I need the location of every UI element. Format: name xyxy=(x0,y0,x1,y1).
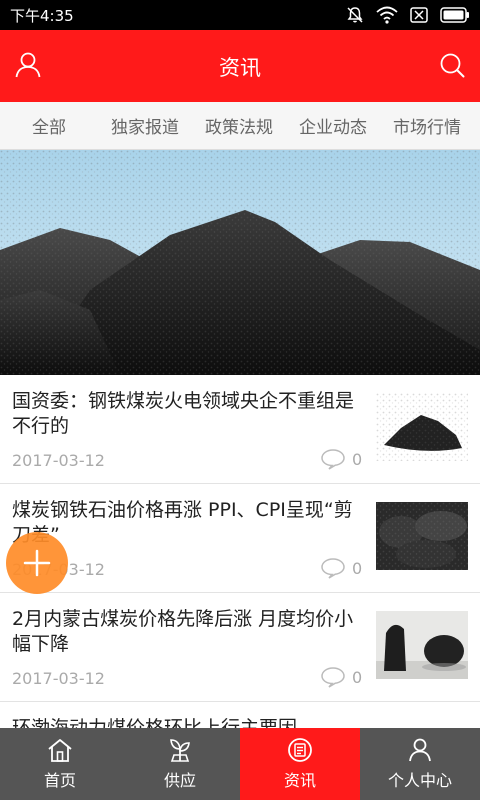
nav-supply[interactable]: 供应 xyxy=(120,728,240,800)
news-list: 国资委：钢铁煤炭火电领域央企不重组是不行的 2017-03-12 0 煤炭钢铁石… xyxy=(0,375,480,728)
comment-count-value: 0 xyxy=(352,558,363,578)
news-title: 环渤海动力煤价格环比上行主要因 xyxy=(12,717,298,728)
coal-pile-image xyxy=(0,150,480,375)
tab-policy[interactable]: 政策法规 xyxy=(192,113,286,138)
status-bar: 下午4:35 xyxy=(0,0,480,30)
app-header: 资讯 xyxy=(0,30,480,102)
news-title: 煤炭钢铁石油价格再涨 PPI、CPI呈现“剪刀差” xyxy=(12,499,353,546)
tab-exclusive[interactable]: 独家报道 xyxy=(98,113,192,138)
nav-news[interactable]: 资讯 xyxy=(240,728,360,800)
news-item[interactable]: 国资委：钢铁煤炭火电领域央企不重组是不行的 2017-03-12 0 xyxy=(0,375,480,484)
news-date: 2017-03-12 xyxy=(12,669,105,688)
hero-banner[interactable] xyxy=(0,150,480,375)
nav-supply-label: 供应 xyxy=(163,771,196,790)
nav-profile[interactable]: 个人中心 xyxy=(360,728,480,800)
tab-all[interactable]: 全部 xyxy=(0,113,98,138)
news-item[interactable]: 煤炭钢铁石油价格再涨 PPI、CPI呈现“剪刀差” 2017-03-12 0 xyxy=(0,484,480,593)
tab-market[interactable]: 市场行情 xyxy=(380,113,474,138)
news-title: 国资委：钢铁煤炭火电领域央企不重组是不行的 xyxy=(12,390,355,437)
news-title: 2月内蒙古煤炭价格先降后涨 月度均价小幅下降 xyxy=(12,608,354,655)
tab-company-news[interactable]: 企业动态 xyxy=(286,113,380,138)
news-date: 2017-03-12 xyxy=(12,451,105,470)
news-thumbnail xyxy=(376,611,468,679)
search-icon[interactable] xyxy=(438,51,466,79)
category-tabs: 全部 独家报道 政策法规 企业动态 市场行情 xyxy=(0,102,480,150)
comment-count-value: 0 xyxy=(352,449,363,469)
comment-icon xyxy=(321,449,345,470)
status-time: 下午4:35 xyxy=(10,6,74,25)
sim-off-icon xyxy=(410,7,428,23)
wifi-icon xyxy=(376,6,398,24)
nav-news-label: 资讯 xyxy=(283,771,316,790)
plant-icon xyxy=(170,739,190,762)
plus-icon xyxy=(23,549,51,577)
news-thumbnail xyxy=(376,393,468,461)
battery-icon xyxy=(440,7,469,23)
home-icon xyxy=(48,739,72,762)
comment-count: 0 xyxy=(320,666,362,688)
comment-icon xyxy=(321,558,345,579)
comment-count: 0 xyxy=(320,448,362,470)
news-item[interactable]: 环渤海动力煤价格环比上行主要因 xyxy=(0,702,480,728)
status-icons xyxy=(346,6,470,24)
page-title: 资讯 xyxy=(219,56,261,80)
news-thumbnail xyxy=(376,502,468,570)
add-button[interactable] xyxy=(6,532,68,594)
comment-count: 0 xyxy=(320,557,362,579)
news-icon xyxy=(288,738,312,762)
nav-home-label: 首页 xyxy=(43,771,76,790)
nav-profile-label: 个人中心 xyxy=(387,771,452,790)
comment-count-value: 0 xyxy=(352,667,363,687)
person-icon xyxy=(409,738,431,762)
bottom-nav: 首页 供应 资讯 个人中心 xyxy=(0,728,480,800)
news-item[interactable]: 2月内蒙古煤炭价格先降后涨 月度均价小幅下降 2017-03-12 0 xyxy=(0,593,480,702)
nav-home[interactable]: 首页 xyxy=(0,728,120,800)
comment-icon xyxy=(321,667,345,688)
mute-icon xyxy=(347,7,363,23)
